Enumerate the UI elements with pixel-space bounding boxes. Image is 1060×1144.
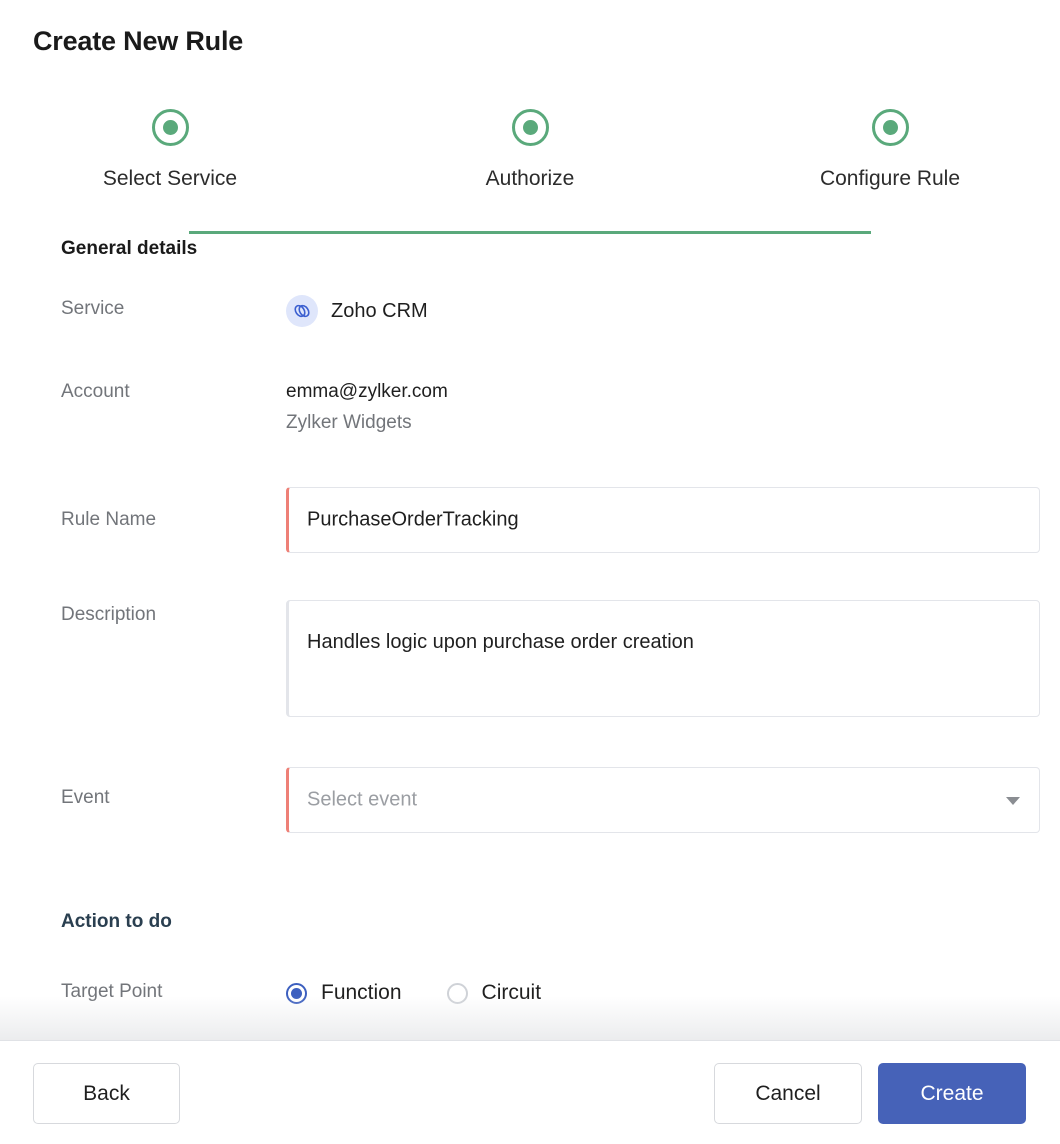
description-label: Description xyxy=(61,604,157,625)
step-label: Select Service xyxy=(102,167,238,190)
back-button[interactable]: Back xyxy=(33,1063,180,1124)
description-textarea[interactable]: Handles logic upon purchase order creati… xyxy=(286,600,1040,717)
target-point-label: Target Point xyxy=(61,981,163,1002)
account-email: emma@zylker.com xyxy=(286,381,448,402)
wizard-stepper: Select Service Authorize Configure Rule xyxy=(0,105,1060,234)
stepper-connector-line xyxy=(189,231,871,234)
create-new-rule-dialog: Create New Rule Select Service Authorize… xyxy=(0,0,1060,1144)
step-indicator-icon xyxy=(511,109,549,146)
account-label: Account xyxy=(61,381,130,402)
radio-option-function[interactable]: Function xyxy=(286,981,402,1005)
radio-label: Circuit xyxy=(481,981,542,1004)
link-chain-icon xyxy=(286,295,318,327)
radio-selected-icon xyxy=(286,982,307,1004)
event-label: Event xyxy=(61,787,110,808)
event-placeholder: Select event xyxy=(307,788,418,811)
radio-unselected-icon xyxy=(446,982,468,1004)
rule-name-input[interactable]: PurchaseOrderTracking xyxy=(286,487,1040,553)
rule-name-value: PurchaseOrderTracking xyxy=(307,508,519,531)
step-authorize[interactable]: Authorize xyxy=(420,105,640,191)
step-label: Authorize xyxy=(485,167,575,190)
service-value-row: Zoho CRM xyxy=(286,295,428,327)
rule-name-label: Rule Name xyxy=(61,509,157,530)
dialog-scroll-area[interactable]: Create New Rule Select Service Authorize… xyxy=(0,0,1060,1040)
general-details-heading: General details xyxy=(61,238,198,259)
action-to-do-heading: Action to do xyxy=(61,911,172,932)
cancel-button[interactable]: Cancel xyxy=(714,1063,862,1124)
description-value: Handles logic upon purchase order creati… xyxy=(307,631,694,653)
radio-option-circuit[interactable]: Circuit xyxy=(446,981,542,1005)
account-organization: Zylker Widgets xyxy=(286,412,412,433)
step-indicator-icon xyxy=(871,109,909,146)
dialog-footer: Back Cancel Create xyxy=(0,1040,1060,1144)
service-name: Zoho CRM xyxy=(331,299,428,322)
create-button[interactable]: Create xyxy=(878,1063,1026,1124)
page-title: Create New Rule xyxy=(33,26,244,56)
service-label: Service xyxy=(61,298,125,319)
step-indicator-icon xyxy=(151,109,189,146)
step-select-service[interactable]: Select Service xyxy=(60,105,280,191)
event-dropdown[interactable]: Select event xyxy=(286,767,1040,833)
chevron-down-icon[interactable] xyxy=(1006,797,1020,805)
target-point-radio-group[interactable]: Function Circuit xyxy=(286,981,541,1005)
radio-label: Function xyxy=(321,981,402,1004)
step-configure-rule[interactable]: Configure Rule xyxy=(780,105,1000,191)
step-label: Configure Rule xyxy=(819,167,961,190)
